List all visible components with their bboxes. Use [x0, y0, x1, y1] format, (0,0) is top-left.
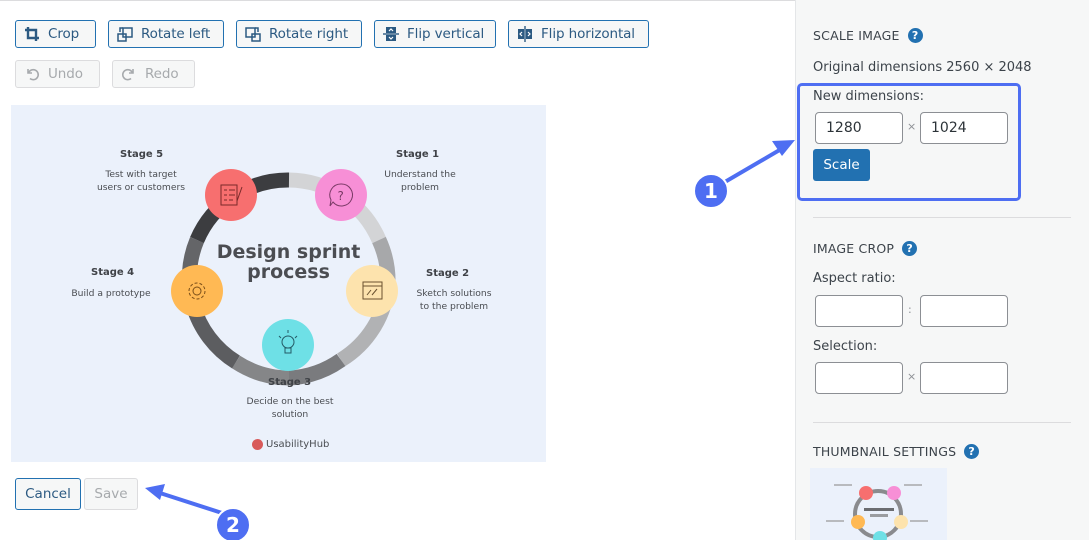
stage-1-desc-line: Understand the — [384, 169, 456, 180]
stage-5-desc-line: Test with target — [105, 169, 177, 180]
stage-2-desc-line: Sketch solutions — [416, 288, 492, 299]
flip-vertical-button[interactable]: Flip vertical — [374, 20, 496, 48]
rotate-left-button[interactable]: Rotate left — [108, 20, 224, 48]
selection-width-input[interactable] — [815, 362, 903, 394]
redo-button[interactable]: Redo — [112, 60, 195, 88]
help-icon[interactable]: ? — [907, 28, 923, 43]
crop-icon — [25, 27, 39, 41]
undo-icon — [27, 68, 39, 81]
image-preview[interactable]: ? Design sprint process Stage 1 Understa… — [11, 105, 546, 462]
stage-5-title: Stage 5 — [120, 149, 164, 160]
arrow-1-head — [772, 140, 795, 156]
svg-text:?: ? — [338, 189, 344, 203]
crop-button[interactable]: Crop — [15, 20, 96, 48]
rotate-left-icon — [117, 27, 133, 42]
help-icon[interactable]: ? — [902, 241, 918, 256]
thumbnail-diagram — [826, 484, 928, 540]
stage-4-desc: Build a prototype — [63, 287, 159, 300]
rotate-right-button[interactable]: Rotate right — [236, 20, 362, 48]
annotation-badge-1: 1 — [693, 173, 729, 209]
section-divider — [813, 422, 1071, 423]
image-settings-sidebar: SCALE IMAGE ? Original dimensions 2560 ×… — [795, 0, 1089, 540]
redo-icon — [122, 68, 134, 81]
image-crop-heading-text: IMAGE CROP — [813, 241, 895, 256]
stage-3-desc-line: solution — [271, 409, 309, 420]
thumbnail-settings-heading-text: THUMBNAIL SETTINGS — [813, 444, 957, 459]
thumb-stage-circle — [851, 515, 865, 529]
stage-3-circle — [262, 319, 314, 371]
rotate-right-label: Rotate right — [269, 26, 349, 42]
crop-label: Crop — [48, 26, 80, 42]
aspect-ratio-label: Aspect ratio: — [813, 271, 896, 286]
stage-5-desc: Test with target users or customers — [84, 168, 198, 194]
original-dimensions: Original dimensions 2560 × 2048 — [813, 60, 1032, 75]
usabilityhub-logo-icon — [252, 439, 263, 450]
scale-image-heading-text: SCALE IMAGE — [813, 28, 900, 43]
flip-horizontal-icon — [518, 26, 532, 42]
brand-name: UsabilityHub — [266, 439, 330, 450]
scale-image-heading: SCALE IMAGE ? — [813, 28, 923, 43]
title-line-2: process — [247, 261, 330, 283]
save-button[interactable]: Save — [84, 478, 138, 510]
thumbnail-preview[interactable] — [810, 468, 947, 540]
brand-logo: UsabilityHub — [252, 439, 329, 450]
stage-2-desc-line: to the problem — [419, 301, 489, 312]
title-line-1: Design sprint — [216, 241, 361, 263]
stage-1-title: Stage 1 — [396, 149, 440, 160]
thumb-stage-circle — [873, 531, 887, 540]
diagram-title: Design sprint process — [206, 242, 371, 282]
thumbnail-settings-heading: THUMBNAIL SETTINGS ? — [813, 444, 980, 459]
flip-vertical-icon — [383, 27, 399, 41]
stage-1-desc-line: problem — [400, 182, 439, 193]
annotation-badge-2: 2 — [215, 507, 251, 540]
selection-height-input[interactable] — [920, 362, 1008, 394]
thumb-stage-circle — [859, 486, 873, 500]
stage-1-desc: Understand the problem — [380, 168, 460, 194]
arrow-2-head — [145, 484, 165, 500]
flip-vertical-label: Flip vertical — [407, 26, 485, 42]
stage-5-desc-line: users or customers — [96, 182, 186, 193]
selection-label: Selection: — [813, 339, 878, 354]
aspect-ratio-separator: : — [908, 303, 912, 316]
stage-2-title: Stage 2 — [426, 268, 470, 279]
stage-3-desc: Decide on the best solution — [238, 395, 342, 421]
rotate-left-label: Rotate left — [141, 26, 211, 42]
stage-3-title: Stage 3 — [268, 377, 312, 388]
selection-separator: × — [907, 370, 917, 383]
undo-button[interactable]: Undo — [15, 60, 100, 88]
thumb-stage-circle — [894, 515, 908, 529]
section-divider — [813, 217, 1071, 218]
arrow-2-line — [159, 491, 223, 515]
redo-label: Redo — [145, 66, 179, 82]
undo-label: Undo — [48, 66, 83, 82]
arrow-1-line — [716, 146, 785, 188]
image-crop-heading: IMAGE CROP ? — [813, 241, 918, 256]
rotate-right-icon — [245, 27, 261, 42]
cancel-button[interactable]: Cancel — [15, 478, 81, 510]
stage-3-desc-line: Decide on the best — [246, 396, 334, 407]
aspect-ratio-height-input[interactable] — [920, 295, 1008, 327]
stage-4-title: Stage 4 — [91, 267, 135, 278]
image-editor: Crop Rotate left Rotate right Flip verti… — [0, 0, 1089, 540]
aspect-ratio-width-input[interactable] — [815, 295, 903, 327]
flip-horizontal-button[interactable]: Flip horizontal — [508, 20, 649, 48]
stage-2-desc: Sketch solutions to the problem — [409, 287, 499, 313]
highlight-box-scale — [797, 83, 1021, 201]
help-icon[interactable]: ? — [964, 444, 980, 459]
stage-4-desc-line: Build a prototype — [71, 288, 151, 299]
flip-horizontal-label: Flip horizontal — [541, 26, 635, 42]
thumb-stage-circle — [887, 486, 901, 500]
